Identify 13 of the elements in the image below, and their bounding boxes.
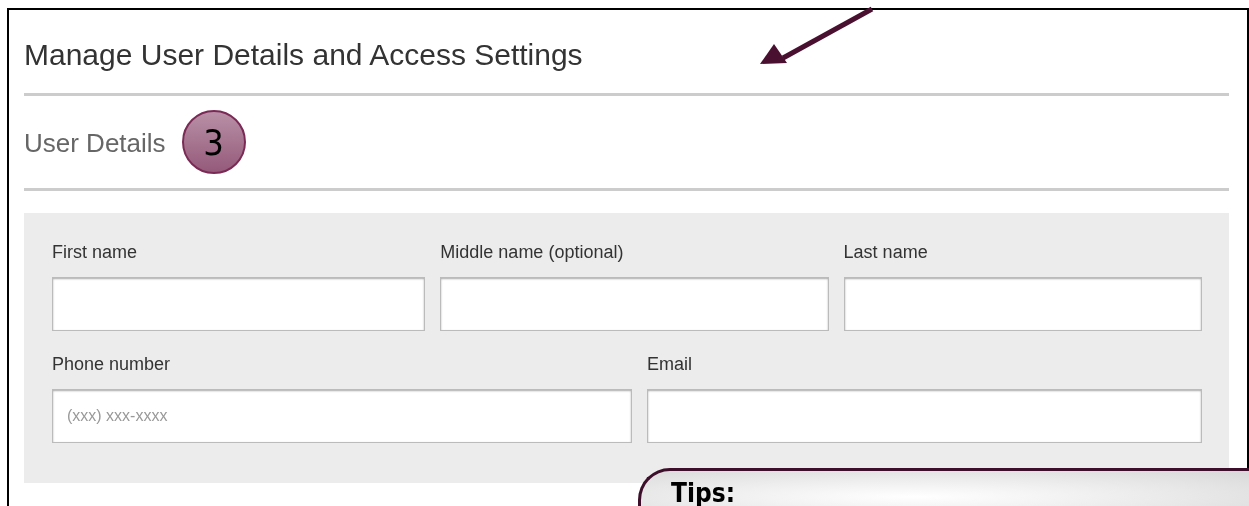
input-field[interactable]: (xxx) xxx-xxxx (52, 389, 632, 443)
field-label: Email (647, 353, 693, 375)
field-label: First name (52, 241, 139, 263)
step-number-badge: 3 (181, 110, 246, 174)
field-label: Middle name (optional) (440, 241, 625, 263)
input-field[interactable] (52, 277, 426, 331)
input-field[interactable] (647, 389, 1202, 443)
section-heading: User Details (24, 127, 166, 159)
field-label: Phone number (52, 353, 172, 375)
page-title: Manage User Details and Access Settings (24, 37, 583, 73)
field-label: Last name (843, 241, 929, 263)
input-field[interactable] (843, 277, 1202, 331)
input-field[interactable] (440, 277, 829, 331)
